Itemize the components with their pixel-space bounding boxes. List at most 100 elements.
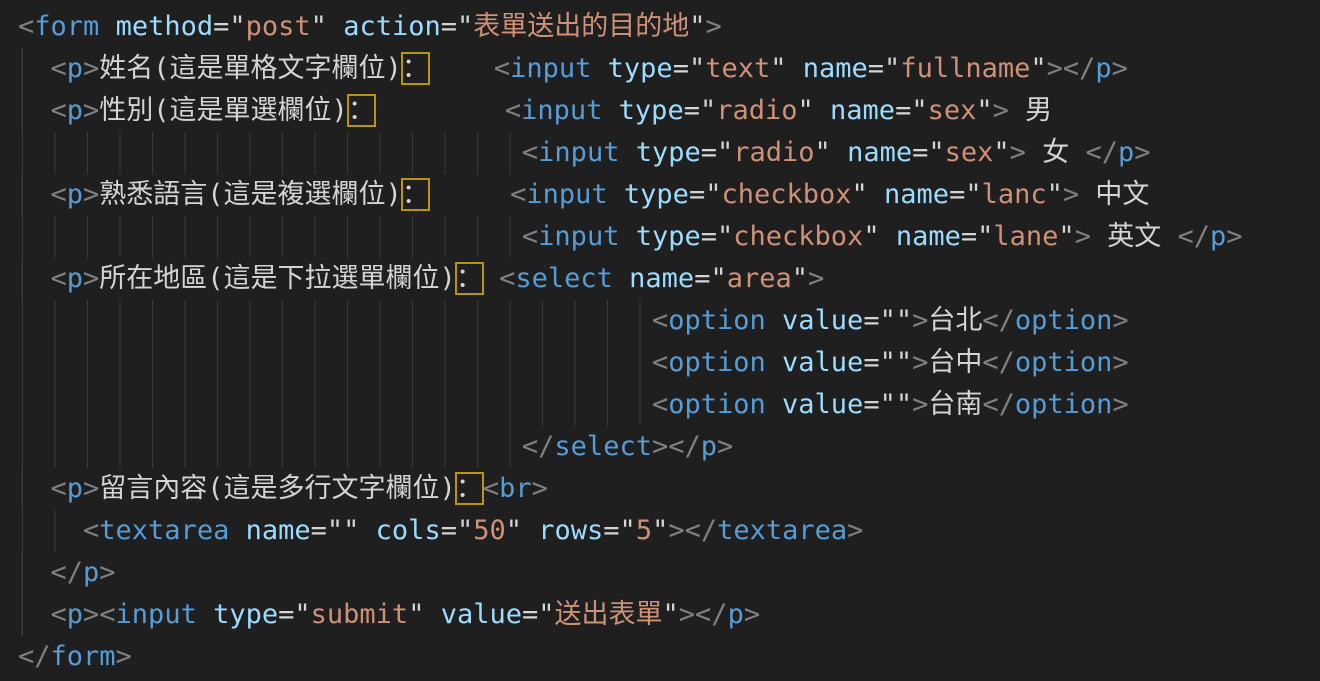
code-token: </ [1177, 221, 1210, 252]
code-token: </ [982, 305, 1015, 336]
code-token: < [494, 53, 510, 84]
code-token: value [782, 389, 863, 420]
code-token: < [18, 11, 34, 42]
code-line-2[interactable]: <p>姓名(這是單格文字欄位)： <input type="text" name… [18, 48, 1320, 90]
code-token: > [1112, 347, 1128, 378]
code-token [868, 179, 884, 210]
code-token: 英文 [1091, 221, 1178, 252]
code-token: </ [522, 431, 555, 462]
code-token: form [51, 641, 116, 672]
code-token: input [510, 53, 591, 84]
code-token: </ [18, 641, 51, 672]
code-token: option [1015, 305, 1113, 336]
code-line-16[interactable]: </form> [18, 636, 1320, 678]
code-line-9[interactable]: <option value="">台中</option> [18, 342, 1320, 384]
code-token: < [51, 95, 67, 126]
code-token: p [67, 263, 83, 294]
code-token: =" [701, 221, 734, 252]
code-token: =" [701, 137, 734, 168]
code-token: action [343, 11, 441, 42]
code-line-13[interactable]: <textarea name="" cols="50" rows="5"></t… [18, 510, 1320, 552]
code-token: =" [213, 11, 246, 42]
code-token: lanc [982, 179, 1047, 210]
code-token: =" [961, 221, 994, 252]
code-token: > [1063, 179, 1079, 210]
code-token: 男 [1009, 95, 1052, 126]
code-token: " [993, 137, 1009, 168]
code-line-5[interactable]: <p>熟悉語言(這是複選欄位)： <input type="checkbox" … [18, 174, 1320, 216]
code-token: > [912, 347, 928, 378]
code-token: " [852, 179, 868, 210]
code-token: area [727, 263, 792, 294]
code-line-4[interactable]: <input type="radio" name="sex"> 女 </p> [18, 132, 1320, 174]
code-line-15[interactable]: <p><input type="submit" value="送出表單"></p… [18, 594, 1320, 636]
code-token: ></ [679, 599, 728, 630]
indent-guides [18, 426, 522, 468]
code-token: =" [949, 179, 982, 210]
code-token [831, 137, 847, 168]
code-token: input [116, 599, 197, 630]
code-token: method [116, 11, 214, 42]
code-token: < [51, 599, 67, 630]
code-token: " [770, 53, 786, 84]
code-token: input [526, 179, 607, 210]
code-token: < [505, 95, 521, 126]
code-token: ="" [863, 389, 912, 420]
code-token: br [499, 473, 532, 504]
code-token: option [668, 347, 766, 378]
code-token: ="" [863, 305, 912, 336]
code-token: =" [278, 599, 311, 630]
code-token: radio [733, 137, 814, 168]
code-token: 熟悉語言(這是複選欄位) [99, 179, 402, 210]
code-line-12[interactable]: <p>留言內容(這是多行文字欄位)：<br> [18, 468, 1320, 510]
code-token: < [652, 347, 668, 378]
code-token: < [483, 473, 499, 504]
code-token: 性別(這是單選欄位) [99, 95, 348, 126]
code-line-6[interactable]: <input type="checkbox" name="lane"> 英文 <… [18, 216, 1320, 258]
code-token [522, 515, 538, 546]
code-token: >< [83, 599, 116, 630]
code-line-8[interactable]: <option value="">台北</option> [18, 300, 1320, 342]
code-editor-area[interactable]: <form method="post" action="表單送出的目的地"><p… [0, 0, 1320, 681]
code-line-14[interactable]: </p> [18, 552, 1320, 594]
unicode-highlight-colon: ： [456, 473, 483, 504]
code-token: > [1112, 389, 1128, 420]
code-token [814, 95, 830, 126]
code-token: </ [51, 557, 84, 588]
code-token: p [67, 95, 83, 126]
code-token: post [246, 11, 311, 42]
code-token: p [728, 599, 744, 630]
code-line-3[interactable]: <p>性別(這是單選欄位)： <input type="radio" name=… [18, 90, 1320, 132]
code-token [880, 221, 896, 252]
code-token [327, 11, 343, 42]
code-token: > [1075, 221, 1091, 252]
code-token: textarea [717, 515, 847, 546]
code-token: =" [912, 137, 945, 168]
code-token: name [803, 53, 868, 84]
code-token: 送出表單 [555, 599, 663, 630]
code-token: " [792, 263, 808, 294]
code-token: > [1134, 137, 1150, 168]
code-token: 中文 [1079, 179, 1149, 210]
code-line-1[interactable]: <form method="post" action="表單送出的目的地"> [18, 6, 1320, 48]
code-token: </ [1085, 137, 1118, 168]
code-token: > [83, 263, 99, 294]
code-line-10[interactable]: <option value="">台南</option> [18, 384, 1320, 426]
code-token: </ [982, 347, 1015, 378]
code-token: sex [945, 137, 994, 168]
code-token: > [83, 179, 99, 210]
code-line-11[interactable]: </select></p> [18, 426, 1320, 468]
code-token: type [619, 95, 684, 126]
code-token: < [499, 263, 515, 294]
code-token [483, 263, 499, 294]
code-token: p [1095, 53, 1111, 84]
code-line-7[interactable]: <p>所在地區(這是下拉選單欄位)： <select name="area"> [18, 258, 1320, 300]
code-token: " [408, 599, 424, 630]
code-token: " [815, 137, 831, 168]
code-token: > [1112, 305, 1128, 336]
indent-guides [18, 300, 652, 342]
code-token: > [1112, 53, 1128, 84]
code-token: type [636, 221, 701, 252]
code-token: name [884, 179, 949, 210]
code-token: =" [441, 11, 474, 42]
